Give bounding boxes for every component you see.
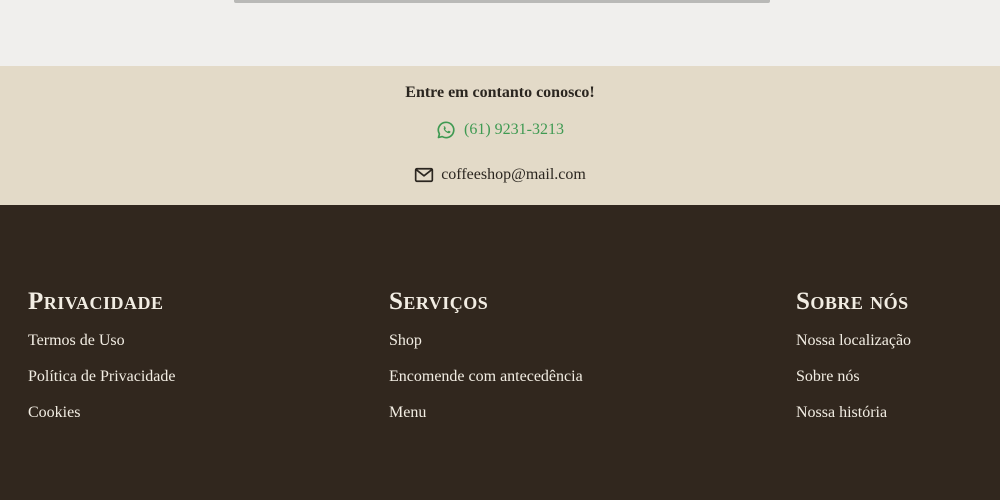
whatsapp-contact-link[interactable]: (61) 9231-3213 [0,120,1000,140]
footer-link-termos-de-uso[interactable]: Termos de Uso [28,331,176,367]
mail-icon [414,165,434,185]
footer-column-servicos: Serviços Shop Encomende com antecedência… [389,287,583,439]
footer-link-cookies[interactable]: Cookies [28,403,176,439]
email-contact-link[interactable]: coffeeshop@mail.com [0,165,1000,185]
footer-link-sobre-nos[interactable]: Sobre nós [796,367,911,403]
site-footer: Privacidade Termos de Uso Política de Pr… [0,205,1000,500]
contact-title: Entre em contanto conosco! [405,84,595,101]
contact-section: Entre em contanto conosco! (61) 9231-321… [0,66,1000,205]
content-scroll-edge [234,0,770,3]
footer-heading-privacidade: Privacidade [28,288,164,315]
whatsapp-icon [436,120,456,140]
footer-link-encomende[interactable]: Encomende com antecedência [389,367,583,403]
footer-link-nossa-historia[interactable]: Nossa história [796,403,911,439]
email-address: coffeeshop@mail.com [441,166,586,183]
footer-link-menu[interactable]: Menu [389,403,583,439]
footer-heading-servicos: Serviços [389,288,489,315]
footer-link-shop[interactable]: Shop [389,331,583,367]
footer-link-nossa-localizacao[interactable]: Nossa localização [796,331,911,367]
page-content-bottom [0,0,1000,66]
footer-column-sobre-nos: Sobre nós Nossa localização Sobre nós No… [796,287,911,439]
footer-link-politica-de-privacidade[interactable]: Política de Privacidade [28,367,176,403]
footer-heading-sobre-nos: Sobre nós [796,288,909,315]
footer-column-privacidade: Privacidade Termos de Uso Política de Pr… [28,287,176,439]
phone-number: (61) 9231-3213 [464,121,564,138]
